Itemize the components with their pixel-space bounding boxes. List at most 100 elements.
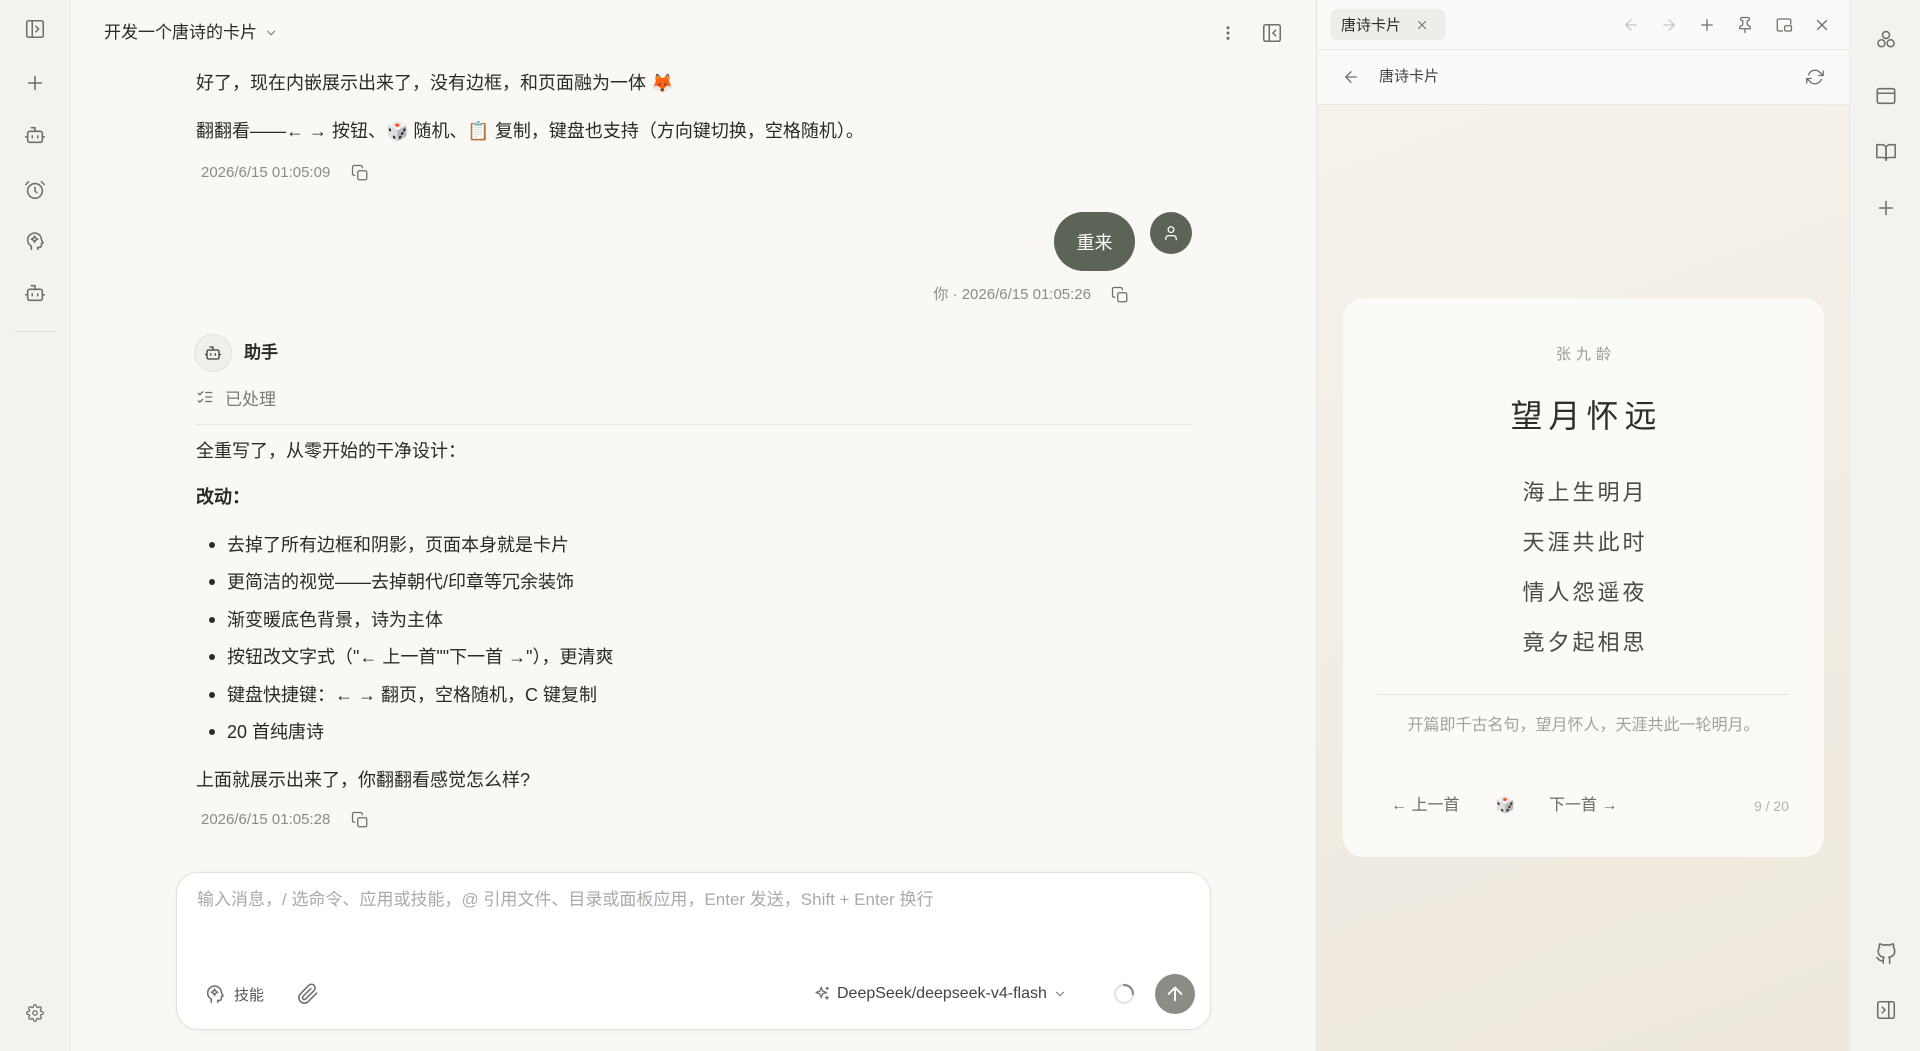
arrow-left-icon: [1345, 71, 1357, 83]
plus-icon: [1701, 19, 1713, 31]
paperclip-icon: [298, 983, 318, 1004]
gear-icon: [26, 1004, 44, 1022]
attach-file-button[interactable]: [293, 979, 323, 1009]
bullet-dot: [209, 691, 215, 698]
chevron-down-icon: [1055, 991, 1064, 997]
nav-back-button[interactable]: [1616, 10, 1646, 40]
apps-button[interactable]: [1868, 22, 1904, 58]
conversation-title-dropdown[interactable]: 开发一个唐诗的卡片: [104, 22, 278, 44]
list-item: 按钮改文字式（"← 上一首""下一首 →"），更清爽: [209, 644, 614, 681]
sidebar-toggle-button[interactable]: [17, 11, 53, 47]
tab-label: 唐诗卡片: [1341, 17, 1402, 34]
prev-poem-button[interactable]: ← 上一首: [1391, 795, 1459, 817]
change-list: 去掉了所有边框和阴影，页面本身就是卡片 更简洁的视觉——去掉朝代/印章等冗余装饰…: [209, 532, 614, 756]
close-panel-button[interactable]: [1807, 10, 1837, 40]
left-sidebar: [0, 0, 71, 1051]
browser-button[interactable]: [1868, 78, 1904, 114]
poem-counter: 9 / 20: [1753, 798, 1789, 814]
assistant-name: 助手: [244, 343, 278, 362]
settings-button[interactable]: [17, 995, 53, 1031]
model-selector[interactable]: DeepSeek/deepseek-v4-flash: [813, 979, 1067, 1009]
chat-main: 开发一个唐诗的卡片 好了，现在内嵌展示出来了，没有边框，和页面融为一体 🦊 翻翻…: [71, 0, 1316, 1051]
copy-message-button[interactable]: [351, 164, 369, 182]
conversation-title: 开发一个唐诗的卡片: [104, 23, 257, 42]
alarm-clock-icon: [25, 180, 45, 200]
page-back-button[interactable]: [1342, 67, 1362, 87]
panel-toggle-button[interactable]: [1254, 15, 1290, 51]
message-composer: 技能 DeepSeek/deepseek-v4-flash: [176, 872, 1211, 1030]
github-button[interactable]: [1868, 936, 1904, 972]
user-avatar: [1150, 212, 1192, 254]
list-item-text: 渐变暖底色背景，诗为主体: [227, 609, 443, 630]
skills-button[interactable]: [17, 223, 53, 259]
message-timestamp: 2026/6/15 01:05:28: [201, 811, 331, 828]
picture-in-picture-button[interactable]: [1769, 10, 1799, 40]
message-text: 好了，现在内嵌展示出来了，没有边框，和页面融为一体 🦊: [196, 73, 674, 93]
copy-icon: [351, 811, 368, 828]
new-chat-button[interactable]: [17, 65, 53, 101]
list-checks-icon: [197, 391, 213, 403]
skills-picker-button[interactable]: 技能: [204, 979, 264, 1009]
message-timestamp: 2026/6/15 01:05:09: [201, 164, 331, 181]
poem-divider: [1377, 694, 1789, 695]
skills-icon: [26, 232, 44, 251]
model-name: DeepSeek/deepseek-v4-flash: [837, 985, 1047, 1002]
bullet-dot: [209, 542, 215, 548]
message-text: 翻翻看——← → 按钮、🎲 随机、📋 复制，键盘也支持（方向键切换，空格随机）。: [196, 121, 864, 141]
tab-poem-card[interactable]: 唐诗卡片: [1330, 9, 1446, 40]
book-icon: [1876, 143, 1896, 162]
panel-right-icon: [1876, 1000, 1896, 1020]
panel-toggle-icon: [1262, 23, 1282, 43]
poem-body: 海上生明月 天涯共此时 情人怨遥夜 竟夕起相思: [1343, 468, 1824, 668]
panel-right-toggle-button[interactable]: [1868, 992, 1904, 1028]
next-poem-button[interactable]: 下一首 →: [1549, 795, 1617, 817]
list-item: 20 首纯唐诗: [209, 719, 614, 756]
pin-icon: [1739, 16, 1751, 34]
refresh-icon: [1806, 69, 1824, 85]
picture-in-picture-icon: [1776, 18, 1793, 32]
new-tab-button[interactable]: [1692, 10, 1722, 40]
message-text: 全重写了，从零开始的干净设计：: [196, 441, 466, 461]
nav-forward-button[interactable]: [1654, 10, 1684, 40]
user-message-text: 重来: [1076, 232, 1113, 253]
panel-address-bar: 唐诗卡片: [1317, 50, 1850, 105]
user-message-meta: 你 · 2026/6/15 01:05:26: [933, 286, 1091, 303]
pin-button[interactable]: [1730, 10, 1760, 40]
copy-icon: [351, 164, 368, 181]
message-divider: [196, 424, 1191, 425]
message-heading: 改动：: [196, 487, 250, 507]
poem-line: 天涯共此时: [1522, 530, 1648, 555]
arrow-up-icon: [1167, 986, 1183, 1002]
arrow-left-icon: [1625, 19, 1637, 31]
refresh-button[interactable]: [1806, 67, 1826, 87]
copy-message-button[interactable]: [1111, 286, 1129, 304]
user-message-bubble: 重来: [1054, 212, 1135, 271]
bullet-dot: [209, 728, 215, 735]
loading-spinner-icon: [1113, 983, 1135, 1005]
close-icon: [1418, 20, 1427, 29]
poem-author: 张九龄: [1555, 346, 1616, 363]
apps-icon: [1877, 30, 1895, 48]
list-item: 更简洁的视觉——去掉朝代/印章等冗余装饰: [209, 569, 614, 606]
bot-icon: [25, 284, 45, 302]
poem-note: 开篇即千古名句，望月怀人，天涯共此一轮明月。: [1407, 717, 1760, 734]
add-panel-button[interactable]: [1868, 190, 1904, 226]
poem-title: 望月怀远: [1510, 398, 1663, 434]
random-poem-button[interactable]: 🎲: [1493, 794, 1517, 818]
schedule-button[interactable]: [17, 172, 53, 208]
copy-message-button[interactable]: [351, 811, 369, 829]
bot-button[interactable]: [17, 275, 53, 311]
processing-status-toggle[interactable]: 已处理: [196, 385, 276, 409]
agent-button[interactable]: [17, 117, 53, 153]
docs-button[interactable]: [1868, 134, 1904, 170]
arrow-right-icon: [1663, 19, 1675, 31]
list-item: 键盘快捷键：← → 翻页，空格随机，C 键复制: [209, 682, 614, 719]
github-icon: [1876, 943, 1896, 964]
message-input[interactable]: [197, 888, 1192, 940]
close-icon: [1816, 19, 1828, 31]
chevron-down-icon: [267, 30, 275, 36]
tab-close-button[interactable]: [1415, 18, 1429, 32]
more-options-button[interactable]: [1210, 15, 1246, 51]
copy-icon: [1111, 286, 1128, 303]
send-button[interactable]: [1155, 974, 1195, 1014]
